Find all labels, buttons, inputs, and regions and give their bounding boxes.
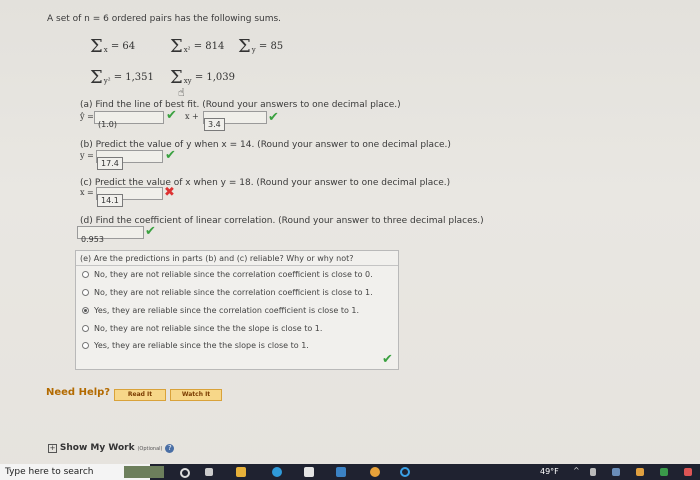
part-b-question: (b) Predict the value of y when x = 14. … <box>80 140 451 150</box>
option-1[interactable]: No, they are not reliable since the corr… <box>82 270 373 279</box>
help-icon[interactable]: ? <box>165 444 175 453</box>
temperature-label: 49°F <box>540 467 559 476</box>
chevron-up-icon[interactable]: ^ <box>573 466 580 475</box>
check-icon: ✔ <box>382 352 393 367</box>
check-icon: ✔ <box>268 110 279 125</box>
app-icon[interactable] <box>400 467 410 477</box>
network-icon[interactable] <box>612 468 620 476</box>
radio-button-selected[interactable] <box>82 307 89 314</box>
optional-label: (Optional) <box>137 446 163 452</box>
check-icon: ✔ <box>166 108 177 123</box>
mail-icon[interactable] <box>336 467 346 477</box>
predict-x-input[interactable]: 14.1 <box>96 187 163 207</box>
part-c-lhs: x = <box>80 188 94 197</box>
option-2[interactable]: No, they are not reliable since the corr… <box>82 288 373 297</box>
problem-intro: A set of n = 6 ordered pairs has the fol… <box>47 14 282 24</box>
taskbar: Type here to search 49°F ^ <box>0 464 700 480</box>
radio-button[interactable] <box>82 289 89 296</box>
slope-input[interactable]: (1.0) <box>94 111 164 129</box>
store-icon[interactable] <box>304 467 314 477</box>
part-e-question: (e) Are the predictions in parts (b) and… <box>80 254 354 263</box>
option-5[interactable]: Yes, they are reliable since the the slo… <box>82 341 309 350</box>
radio-button[interactable] <box>82 271 89 278</box>
task-view-icon[interactable] <box>205 468 213 476</box>
option-4[interactable]: No, they are not reliable since the the … <box>82 324 322 333</box>
cortana-icon[interactable] <box>180 468 190 478</box>
sum-x: Σx = 64 <box>90 36 136 57</box>
expand-icon[interactable]: + <box>48 444 57 453</box>
divider <box>76 265 398 266</box>
read-it-button[interactable]: Read It <box>114 389 166 401</box>
radio-button[interactable] <box>82 342 89 349</box>
show-work-label: Show My Work <box>59 443 135 453</box>
tray-app-icon-3[interactable] <box>684 468 692 476</box>
sum-x-squared: Σx² = 814 <box>170 36 225 57</box>
part-b-lhs: y = <box>80 151 94 160</box>
edge-icon[interactable] <box>272 467 282 477</box>
radio-button[interactable] <box>82 325 89 332</box>
file-explorer-icon[interactable] <box>236 467 246 477</box>
sigma-icon: Σ <box>170 67 183 88</box>
cross-icon: ✖ <box>164 185 175 200</box>
sigma-icon: Σ <box>238 36 251 57</box>
watch-it-button[interactable]: Watch It <box>170 389 222 401</box>
part-a-lhs: ŷ = <box>80 112 94 121</box>
correlation-input[interactable]: 0.953 <box>77 226 144 244</box>
tray-app-icon[interactable] <box>636 468 644 476</box>
intercept-input[interactable]: 3.4 <box>203 111 267 131</box>
sigma-icon: Σ <box>170 36 183 57</box>
news-widget-icon[interactable] <box>124 466 164 478</box>
tray-app-icon-2[interactable] <box>660 468 668 476</box>
part-e-panel: (e) Are the predictions in parts (b) and… <box>75 250 399 370</box>
check-icon: ✔ <box>165 148 176 163</box>
sigma-icon: Σ <box>90 36 103 57</box>
sum-y: Σy = 85 <box>238 36 284 57</box>
sum-xy: Σxy = 1,039 <box>170 67 236 88</box>
part-d-question: (d) Find the coefficient of linear corre… <box>80 216 484 226</box>
hand-cursor-icon: ☝ <box>178 86 185 99</box>
sum-y-squared: Σy² = 1,351 <box>90 67 154 88</box>
need-help-label: Need Help? <box>46 387 111 398</box>
predict-y-input[interactable]: 17.4 <box>96 150 163 170</box>
part-a-mid: x + <box>185 112 199 121</box>
show-my-work-toggle[interactable]: + Show My Work (Optional) ? <box>48 443 175 453</box>
sigma-icon: Σ <box>90 67 103 88</box>
battery-icon[interactable] <box>590 468 596 476</box>
chrome-icon[interactable] <box>370 467 380 477</box>
option-3[interactable]: Yes, they are reliable since the correla… <box>82 306 359 315</box>
part-a-question: (a) Find the line of best fit. (Round yo… <box>80 100 401 110</box>
check-icon: ✔ <box>145 224 156 239</box>
